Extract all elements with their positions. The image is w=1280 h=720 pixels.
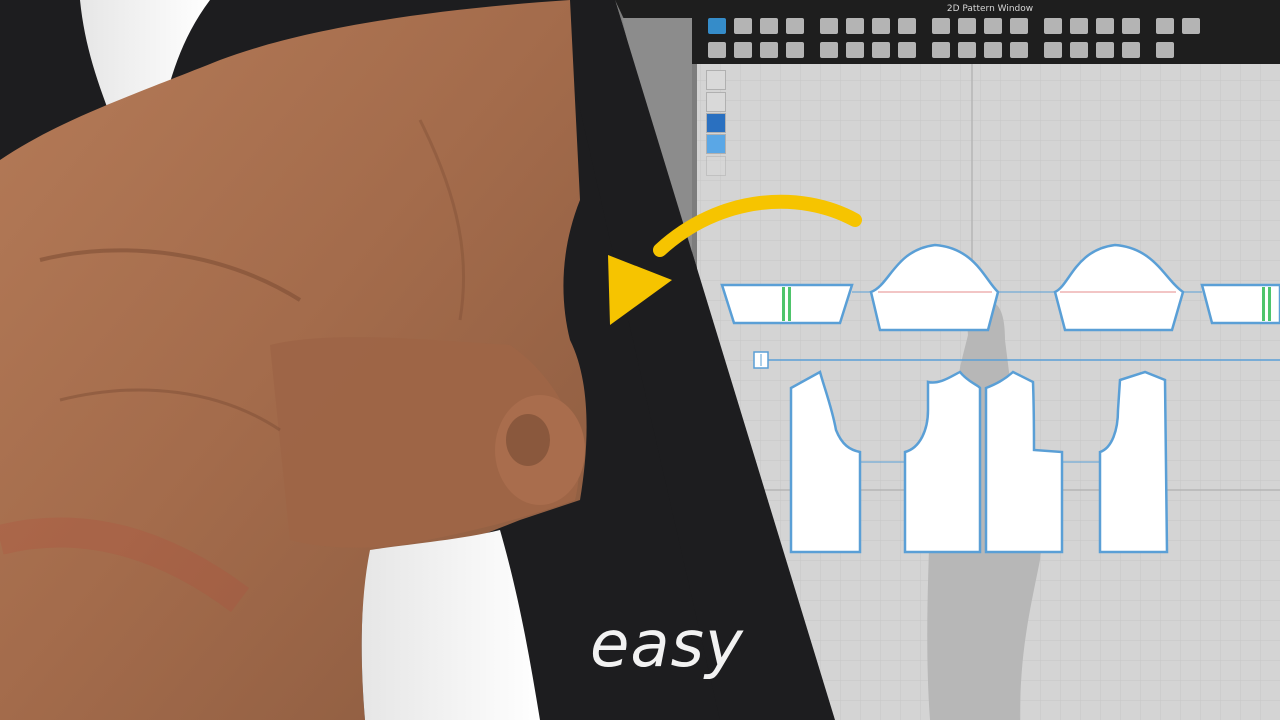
texture-icon[interactable] <box>706 134 726 154</box>
button-icon[interactable] <box>786 42 804 58</box>
create-polygon-icon[interactable] <box>820 18 838 34</box>
create-internal-shape-icon[interactable] <box>872 18 890 34</box>
layer-icon[interactable] <box>1122 42 1140 58</box>
disabled-tool-icon <box>706 156 726 176</box>
tack-icon[interactable] <box>734 42 752 58</box>
zipper-icon[interactable] <box>846 42 864 58</box>
text-icon[interactable] <box>1070 18 1088 34</box>
topstitch-icon[interactable] <box>872 42 890 58</box>
transform-pattern-icon[interactable] <box>734 18 752 34</box>
symmetry-icon[interactable] <box>932 42 950 58</box>
fold-icon[interactable] <box>958 18 976 34</box>
trace-icon[interactable] <box>898 18 916 34</box>
edit-point-icon[interactable] <box>760 18 778 34</box>
seam-icon[interactable] <box>984 18 1002 34</box>
piping-icon[interactable] <box>1010 42 1028 58</box>
cut-icon[interactable] <box>932 18 950 34</box>
shrinkage-icon[interactable] <box>1096 42 1114 58</box>
text-size-icon[interactable] <box>1096 18 1114 34</box>
grade-icon[interactable] <box>898 42 916 58</box>
avatar-icon[interactable] <box>1156 18 1174 34</box>
edit-pattern-icon[interactable] <box>708 18 726 34</box>
puckering-icon[interactable] <box>1044 42 1062 58</box>
caption-easy: easy <box>590 608 744 682</box>
move-icon[interactable] <box>706 92 726 112</box>
create-circle-icon[interactable] <box>846 18 864 34</box>
style-line-icon[interactable] <box>1070 42 1088 58</box>
segment-sew-icon[interactable] <box>1010 18 1028 34</box>
free-sew-icon[interactable] <box>1044 18 1062 34</box>
baseline-icon[interactable] <box>958 42 976 58</box>
info-icon[interactable] <box>706 113 726 133</box>
window-title: 2D Pattern Window <box>946 4 1034 14</box>
create-rectangle-icon[interactable] <box>786 18 804 34</box>
select-icon[interactable] <box>706 70 726 90</box>
stack-icon[interactable] <box>1156 42 1174 58</box>
elastic-icon[interactable] <box>760 42 778 58</box>
internal-line-icon[interactable] <box>984 42 1002 58</box>
measure-icon[interactable] <box>1122 18 1140 34</box>
pattern-cuff-left[interactable] <box>720 283 854 325</box>
buttonhole-icon[interactable] <box>820 42 838 58</box>
fold-arrangement-icon[interactable] <box>708 42 726 58</box>
pin-icon[interactable] <box>1182 18 1200 34</box>
